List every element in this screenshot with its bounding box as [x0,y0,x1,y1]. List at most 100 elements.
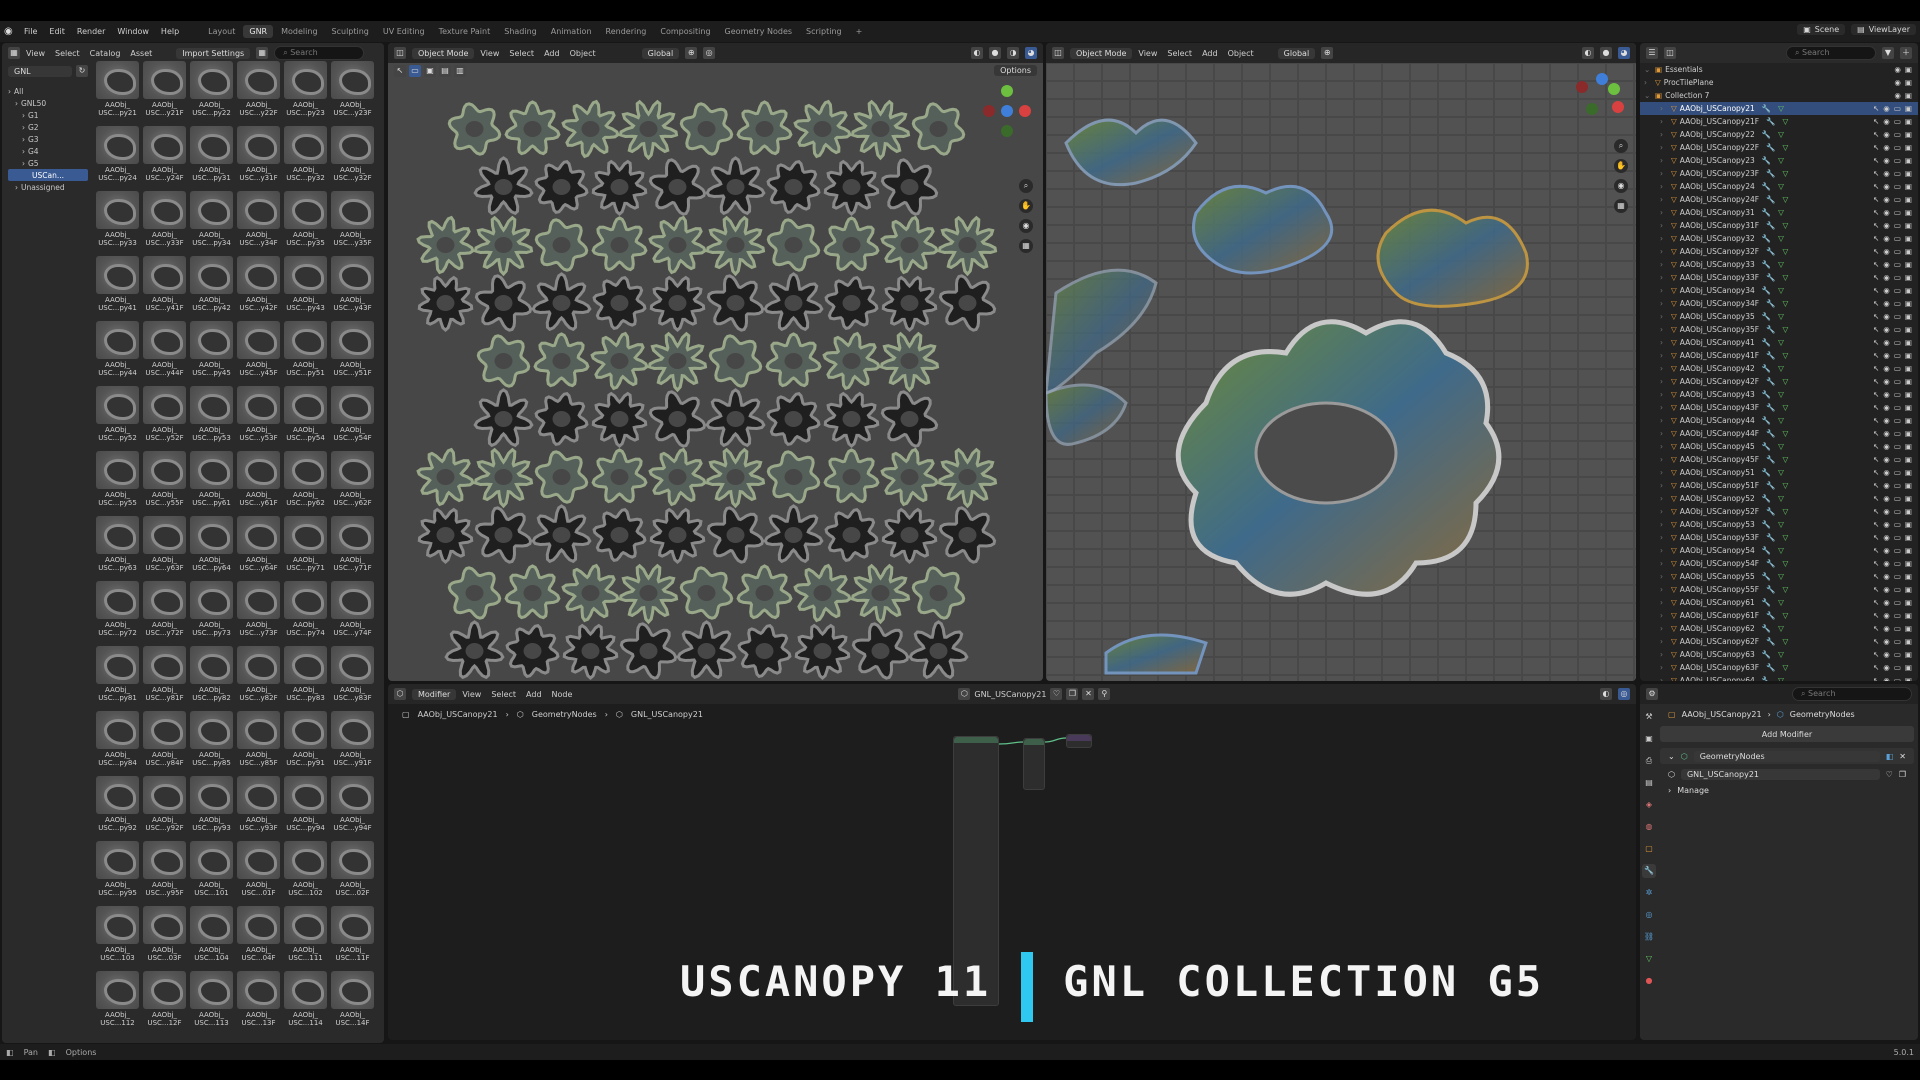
camera-icon[interactable]: ▣ [1905,585,1912,594]
canopy-instance[interactable] [705,215,766,277]
gizmo-neg-x-axis[interactable] [983,105,995,117]
canopy-instance[interactable] [823,216,880,272]
canopy-instance[interactable] [474,506,533,564]
mesh-data-icon[interactable]: ▽ [1778,130,1784,139]
select-arrow-icon[interactable]: ↖ [1873,624,1879,633]
asset-thumbnail[interactable]: AAObj_ USC...y42F [235,256,282,318]
eye-icon[interactable]: ◉ [1883,494,1890,503]
select-arrow-icon[interactable]: ↖ [1873,273,1879,282]
eye-icon[interactable]: ◉ [1883,338,1890,347]
canopy-instance[interactable] [911,566,966,620]
outliner-object-row[interactable]: › ▽ AAObj_USCanopy55F 🔧 ▽ ↖ ◉ ▭ ▣ [1640,583,1918,596]
select-arrow-icon[interactable]: ↖ [1873,286,1879,295]
monitor-icon[interactable]: ▭ [1894,468,1901,477]
asset-thumbnail[interactable]: AAObj_ USC...y23F [329,61,376,123]
canopy-instance[interactable] [534,391,589,447]
asset-thumbnail[interactable]: AAObj_ USC...112 [94,971,141,1033]
eye-icon[interactable]: ◉ [1883,442,1890,451]
camera-icon[interactable]: ▣ [1905,65,1912,74]
chevron-right-icon[interactable]: › [1660,104,1668,113]
camera-icon[interactable]: ▣ [1905,273,1912,282]
modifier-tab-icon[interactable]: 🔧 [1642,864,1656,878]
modifier-icon[interactable]: 🔧 [1762,546,1771,555]
asset-thumbnail[interactable]: AAObj_ USC...y22F [235,61,282,123]
chevron-right-icon[interactable]: › [1660,221,1668,230]
snap-icon[interactable]: ⊕ [1321,47,1334,59]
chevron-down-icon[interactable]: ⌄ [1668,752,1675,761]
asset-thumbnail[interactable]: AAObj_ USC...114 [282,971,329,1033]
camera-icon[interactable]: ▣ [1905,403,1912,412]
monitor-icon[interactable]: ▭ [1894,143,1901,152]
camera-icon[interactable]: ▣ [1905,481,1912,490]
camera-icon[interactable]: ▣ [1905,117,1912,126]
close-icon[interactable]: ✕ [1899,752,1906,761]
select-arrow-icon[interactable]: ↖ [1873,637,1879,646]
outliner-object-row[interactable]: › ▽ AAObj_USCanopy41F 🔧 ▽ ↖ ◉ ▭ ▣ [1640,349,1918,362]
eye-icon[interactable]: ◉ [1883,520,1890,529]
modifier-icon[interactable]: 🔧 [1766,585,1775,594]
modifier-icon[interactable]: 🔧 [1762,598,1771,607]
modifier-icon[interactable]: 🔧 [1762,520,1771,529]
modifier-icon[interactable]: 🔧 [1762,468,1771,477]
editor-type-icon[interactable]: ▦ [8,47,20,59]
mesh-data-icon[interactable]: ▽ [1778,312,1784,321]
asset-thumbnail[interactable]: AAObj_ USC...py42 [188,256,235,318]
asset-thumbnail[interactable]: AAObj_ USC...py94 [282,776,329,838]
outliner-collection[interactable]: ⌄ ▣ Essentials ◉ ▣ [1640,63,1918,76]
asset-thumbnail[interactable]: AAObj_ USC...14F [329,971,376,1033]
catalog-item[interactable]: › GNL50 [8,97,88,109]
outliner-object-row[interactable]: › ▽ AAObj_USCanopy62F 🔧 ▽ ↖ ◉ ▭ ▣ [1640,635,1918,648]
monitor-icon[interactable]: ▭ [1894,442,1901,451]
canopy-instance[interactable] [505,623,560,679]
chevron-right-icon[interactable]: › [1660,546,1668,555]
chevron-right-icon[interactable]: › [1660,611,1668,620]
camera-icon[interactable]: ▣ [1905,104,1912,113]
outliner-object-row[interactable]: › ▽ AAObj_USCanopy63F 🔧 ▽ ↖ ◉ ▭ ▣ [1640,661,1918,674]
gizmo-x-axis[interactable] [1612,101,1624,113]
gizmo-neg-y-axis[interactable] [1001,125,1013,137]
chevron-right-icon[interactable]: › [1660,663,1668,672]
viewport-menu-view[interactable]: View [480,49,499,58]
catalog-item[interactable]: USCan... [8,169,88,181]
camera-icon[interactable]: ▣ [1905,143,1912,152]
menu-edit[interactable]: Edit [44,26,70,37]
outliner-object-row[interactable]: › ▽ AAObj_USCanopy43F 🔧 ▽ ↖ ◉ ▭ ▣ [1640,401,1918,414]
breadcrumb-item[interactable]: GNL_USCanopy21 [631,710,703,719]
canopy-instance[interactable] [561,563,620,623]
chevron-right-icon[interactable]: › [1660,572,1668,581]
eye-icon[interactable]: ◉ [1883,624,1890,633]
viewport-menu-object[interactable]: Object [570,49,596,58]
select-arrow-icon[interactable]: ↖ [1873,572,1879,581]
scene-tab-icon[interactable]: ◈ [1642,798,1656,812]
monitor-icon[interactable]: ▭ [1894,182,1901,191]
asset-thumbnail[interactable]: AAObj_ USC...py95 [94,841,141,903]
chevron-right-icon[interactable]: › [1660,312,1668,321]
catalog-item[interactable]: › G5 [8,157,88,169]
eye-icon[interactable]: ◉ [1883,676,1890,681]
mesh-data-icon[interactable]: ▽ [1778,546,1784,555]
chevron-right-icon[interactable]: › [1660,377,1668,386]
eye-icon[interactable]: ◉ [1883,143,1890,152]
camera-icon[interactable]: ▣ [1905,559,1912,568]
canopy-instance[interactable] [880,390,939,448]
tweak-icon[interactable]: ↖ [394,65,406,77]
chevron-right-icon[interactable]: › [1660,299,1668,308]
eye-icon[interactable]: ◉ [1883,507,1890,516]
asset-thumbnail[interactable]: AAObj_ USC...03F [141,906,188,968]
monitor-icon[interactable]: ▭ [1894,234,1901,243]
mesh-data-icon[interactable]: ▽ [1782,533,1788,542]
asset-thumbnail[interactable]: AAObj_ USC...py62 [282,451,329,513]
add-modifier-button[interactable]: Add Modifier [1660,726,1914,742]
camera-icon[interactable]: ▣ [1905,442,1912,451]
modifier-icon[interactable]: 🔧 [1762,156,1771,165]
canopy-instance[interactable] [473,388,534,448]
canopy-instance[interactable] [705,447,766,509]
select-arrow-icon[interactable]: ↖ [1873,559,1879,568]
outliner-object-row[interactable]: › ▽ AAObj_USCanopy31 🔧 ▽ ↖ ◉ ▭ ▣ [1640,206,1918,219]
asset-thumbnail[interactable]: AAObj_ USC...py82 [188,646,235,708]
options-dropdown[interactable]: Options [994,65,1037,76]
monitor-icon[interactable]: ▭ [1894,390,1901,399]
canopy-instance[interactable] [504,100,561,156]
asset-thumbnail[interactable]: AAObj_ USC...py52 [94,386,141,448]
outliner-object-row[interactable]: › ▽ AAObj_USCanopy64 🔧 ▽ ↖ ◉ ▭ ▣ [1640,674,1918,681]
